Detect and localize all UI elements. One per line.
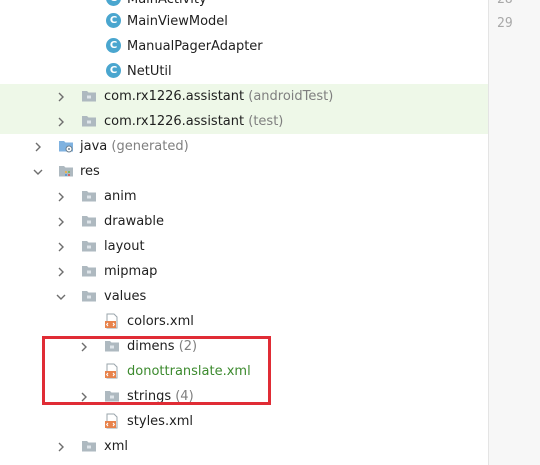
tree-item-qualifier: (androidTest) bbox=[248, 89, 334, 104]
chevron-right-icon[interactable] bbox=[56, 192, 66, 202]
chevron-right-icon[interactable] bbox=[56, 267, 66, 277]
tree-item-anim[interactable]: anim bbox=[0, 184, 488, 209]
class-icon: C bbox=[106, 63, 121, 78]
chevron-right-icon[interactable] bbox=[56, 117, 66, 127]
tree-item-package-test[interactable]: com.rx1226.assistant (test) bbox=[0, 109, 488, 134]
editor-gutter: 28 29 bbox=[488, 0, 540, 465]
chevron-right-icon[interactable] bbox=[56, 242, 66, 252]
generated-source-folder-icon bbox=[58, 138, 74, 154]
tree-item-label: MainViewModel bbox=[127, 14, 228, 29]
tree-item-label: values bbox=[104, 289, 147, 304]
annotation-highlight-box bbox=[42, 336, 271, 405]
tree-item-mipmap[interactable]: mipmap bbox=[0, 259, 488, 284]
tree-item-label: layout bbox=[104, 239, 145, 254]
folder-icon bbox=[81, 288, 97, 304]
tree-item-qualifier: (test) bbox=[248, 114, 284, 129]
class-icon: C bbox=[106, 13, 121, 28]
chevron-down-icon[interactable] bbox=[33, 167, 43, 177]
tree-item-label: res bbox=[80, 164, 100, 179]
tree-item-net-util[interactable]: C NetUtil bbox=[0, 59, 488, 84]
tree-item-label: com.rx1226.assistant bbox=[104, 114, 245, 129]
tree-item-qualifier: (generated) bbox=[111, 139, 189, 154]
tree-item-xml[interactable]: xml bbox=[0, 434, 488, 459]
folder-icon bbox=[81, 263, 97, 279]
tree-item-package-android-test[interactable]: com.rx1226.assistant (androidTest) bbox=[0, 84, 488, 109]
folder-icon bbox=[81, 213, 97, 229]
chevron-right-icon[interactable] bbox=[56, 92, 66, 102]
tree-item-values[interactable]: values bbox=[0, 284, 488, 309]
xml-file-icon bbox=[104, 313, 120, 329]
class-icon: C bbox=[106, 0, 121, 6]
tree-item-label: colors.xml bbox=[127, 314, 194, 329]
tree-item-label: anim bbox=[104, 189, 137, 204]
tree-item-label: ManualPagerAdapter bbox=[127, 39, 263, 54]
tree-item-colors-xml[interactable]: colors.xml bbox=[0, 309, 488, 334]
tree-item-manual-pager-adapter[interactable]: C ManualPagerAdapter bbox=[0, 34, 488, 59]
tree-item-label: MainActivity bbox=[127, 0, 207, 8]
tree-item-main-view-model[interactable]: C MainViewModel bbox=[0, 9, 488, 34]
tree-item-java-generated[interactable]: java (generated) bbox=[0, 134, 488, 159]
folder-icon bbox=[81, 438, 97, 454]
chevron-down-icon[interactable] bbox=[56, 292, 66, 302]
xml-file-icon bbox=[104, 413, 120, 429]
resource-folder-icon bbox=[58, 163, 74, 179]
tree-item-layout[interactable]: layout bbox=[0, 234, 488, 259]
line-number: 29 bbox=[497, 16, 513, 31]
tree-item-label: java bbox=[80, 139, 108, 154]
tree-item-drawable[interactable]: drawable bbox=[0, 209, 488, 234]
class-icon: C bbox=[106, 38, 121, 53]
folder-icon bbox=[81, 188, 97, 204]
package-folder-icon bbox=[81, 88, 97, 104]
tree-item-label: xml bbox=[104, 439, 128, 454]
chevron-right-icon[interactable] bbox=[56, 217, 66, 227]
tree-item-label: drawable bbox=[104, 214, 165, 229]
chevron-right-icon[interactable] bbox=[56, 442, 66, 452]
tree-item-styles-xml[interactable]: styles.xml bbox=[0, 409, 488, 434]
folder-icon bbox=[81, 238, 97, 254]
tree-item-label: com.rx1226.assistant bbox=[104, 89, 245, 104]
line-number: 28 bbox=[497, 0, 513, 7]
chevron-right-icon[interactable] bbox=[33, 142, 43, 152]
tree-item-res[interactable]: res bbox=[0, 159, 488, 184]
tree-item-label: styles.xml bbox=[127, 414, 194, 429]
tree-item-label: NetUtil bbox=[127, 64, 172, 79]
tree-item-label: mipmap bbox=[104, 264, 158, 279]
package-folder-icon bbox=[81, 113, 97, 129]
